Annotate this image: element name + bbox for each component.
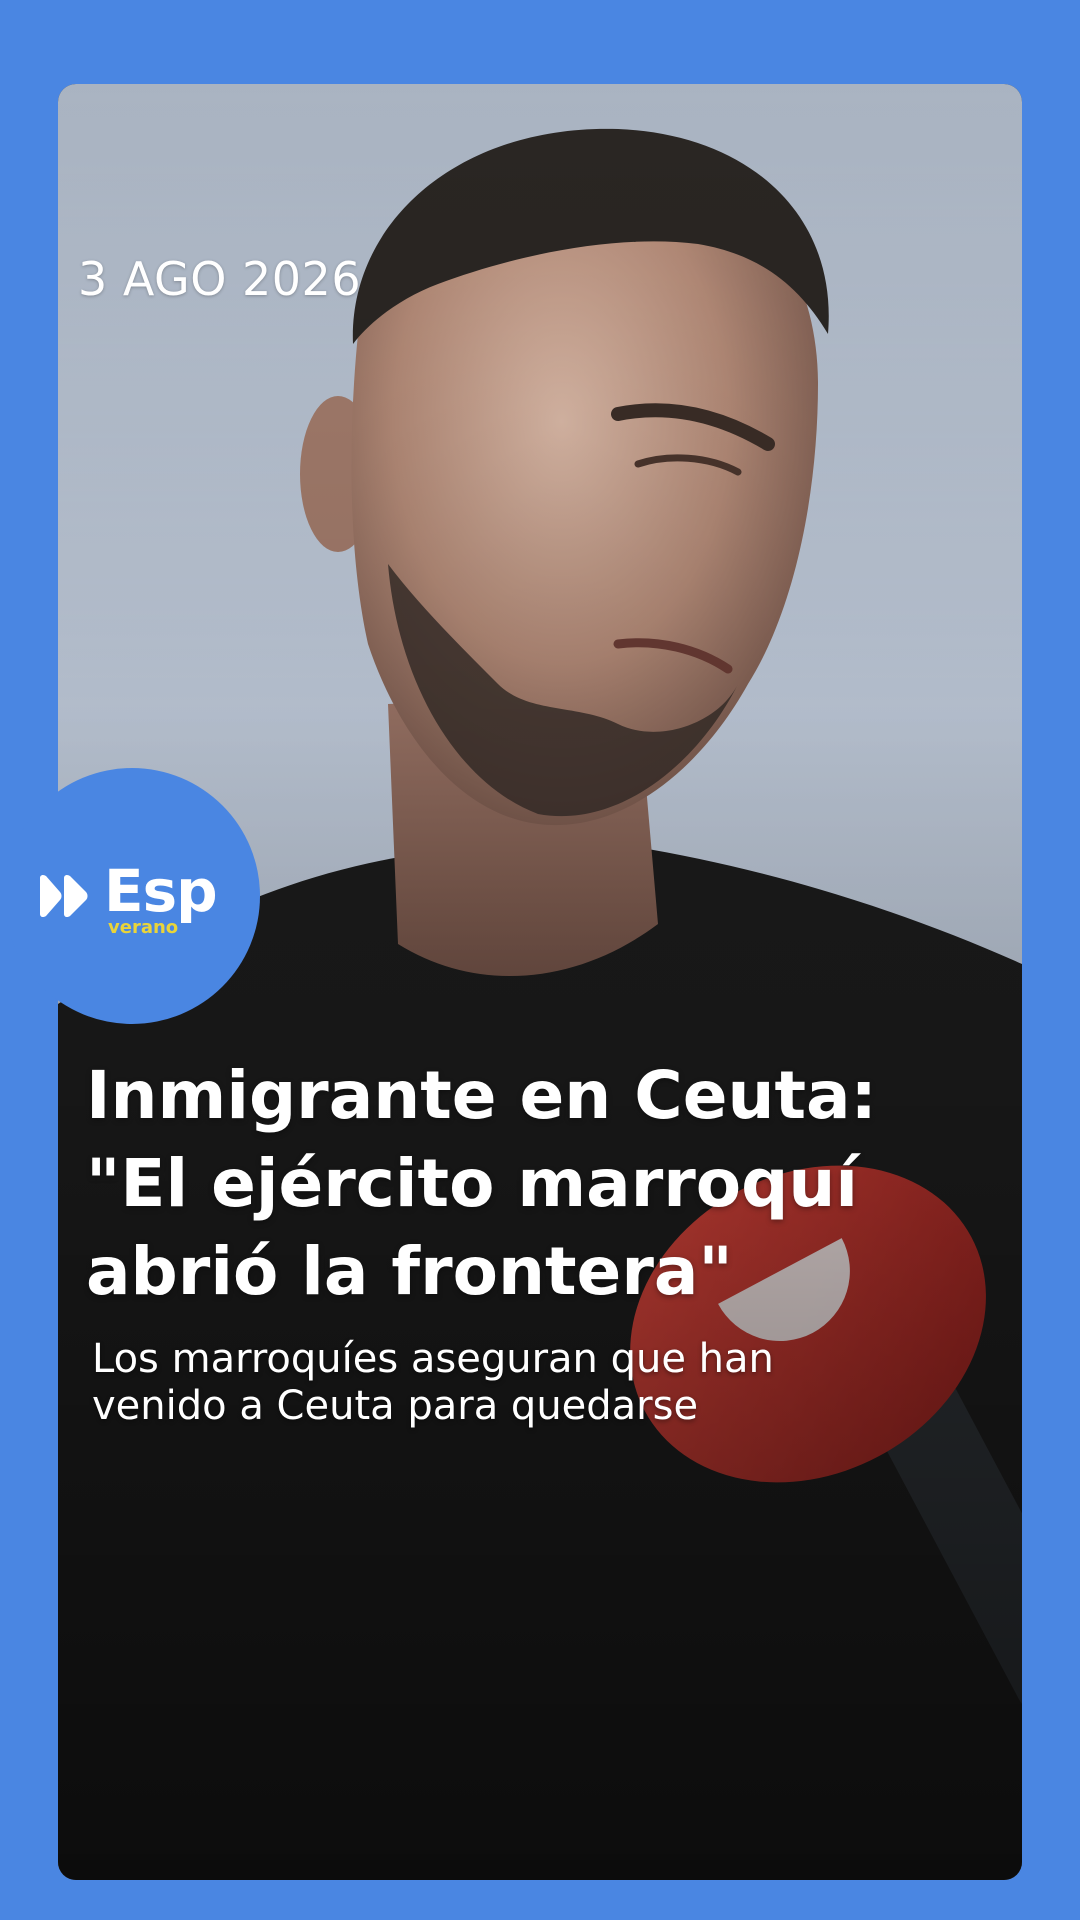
story-date: 3 AGO 2026 — [78, 252, 362, 306]
story-headline: Inmigrante en Ceuta: "El ejército marroq… — [86, 1057, 877, 1310]
story-subtitle: Los marroquíes aseguran que han venido a… — [92, 1336, 774, 1429]
channel-season: verano — [108, 917, 179, 938]
double-play-icon — [40, 874, 88, 918]
channel-brand: Esp — [104, 857, 218, 925]
channel-badge[interactable]: Esp verano — [4, 768, 260, 1024]
